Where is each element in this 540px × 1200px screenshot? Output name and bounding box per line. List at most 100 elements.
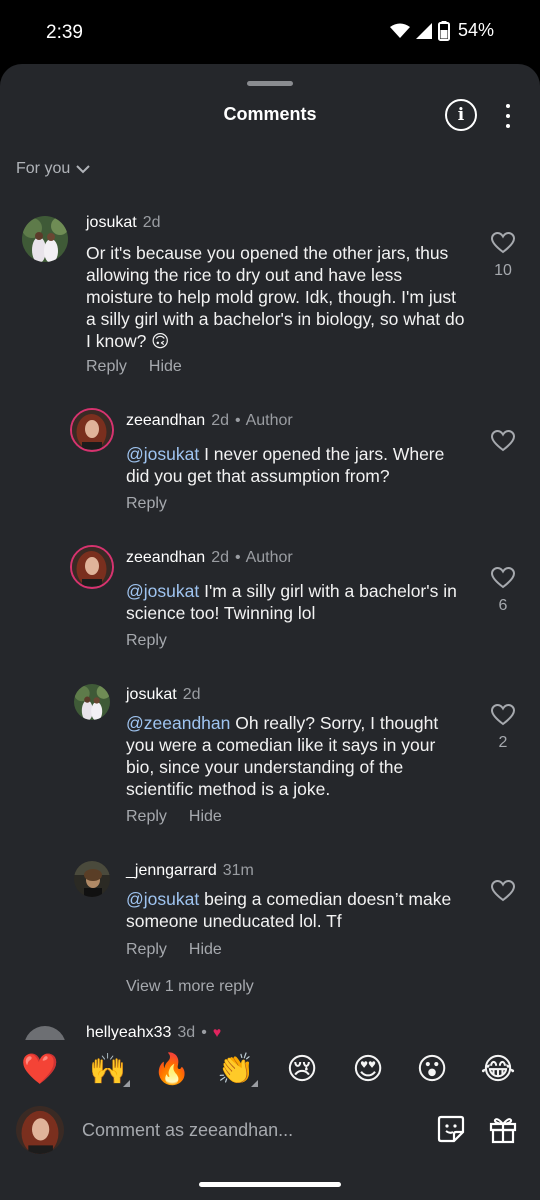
mention-link[interactable]: @josukat <box>126 889 199 909</box>
chevron-down-icon <box>76 165 90 174</box>
dot-separator: • <box>201 1024 207 1041</box>
emoji-glyph: 😮 <box>416 1053 448 1086</box>
mention-link[interactable]: @josukat <box>126 581 199 601</box>
comment-time: 2d <box>142 214 161 231</box>
more-options-icon[interactable] <box>498 102 518 130</box>
like-button[interactable]: 10 <box>490 232 516 280</box>
navigation-bar <box>0 1168 540 1200</box>
comment-time: 2d <box>182 686 201 703</box>
reply-button[interactable]: Reply <box>86 358 127 376</box>
like-count: 2 <box>498 734 508 751</box>
comment-actions: Reply Hide <box>126 808 222 826</box>
home-gesture-pill[interactable] <box>199 1182 341 1187</box>
avatar[interactable] <box>70 408 114 452</box>
emoji-crying-button[interactable]: 😢 <box>282 1052 322 1087</box>
like-count: 6 <box>498 597 508 614</box>
author-badge: Author <box>245 412 293 429</box>
like-button[interactable] <box>490 880 516 902</box>
emoji-glyph: 🔥 <box>153 1053 191 1086</box>
signal-icon <box>415 22 432 39</box>
hide-button[interactable]: Hide <box>149 358 182 376</box>
username[interactable]: _jenngarrard <box>126 862 217 879</box>
emoji-heart-eyes-button[interactable]: 😍 <box>348 1052 388 1087</box>
filter-label: For you <box>16 160 71 177</box>
comment-time: 2d <box>211 412 229 429</box>
username[interactable]: josukat <box>86 214 137 231</box>
hide-button[interactable]: Hide <box>189 941 222 959</box>
hide-button[interactable]: Hide <box>189 808 222 826</box>
liked-by-author-heart-icon: ♥ <box>212 1024 222 1040</box>
skin-tone-indicator <box>251 1080 258 1087</box>
status-bar: 2:39 54% <box>0 0 540 64</box>
like-button[interactable]: 6 <box>490 567 516 615</box>
emoji-fire-button[interactable]: 🔥 <box>152 1052 192 1087</box>
battery-icon <box>437 20 450 41</box>
battery-percent: 54% <box>457 20 494 40</box>
comment-text: @josukat being a comedian doesn’t make s… <box>126 888 466 932</box>
comment-username[interactable]: josukat 2d <box>86 214 161 232</box>
like-button[interactable]: 2 <box>490 704 516 752</box>
comment-text: @josukat I never opened the jars. Where … <box>126 443 466 487</box>
status-time: 2:39 <box>46 22 83 43</box>
emoji-clap-button[interactable]: 👏 <box>216 1052 258 1087</box>
comment-time: 3d <box>177 1024 196 1041</box>
emoji-laughing-button[interactable]: 😂 <box>478 1052 518 1087</box>
my-avatar <box>16 1106 64 1154</box>
reply-button[interactable]: Reply <box>126 632 167 650</box>
reply-button[interactable]: Reply <box>126 808 167 826</box>
emoji-surprised-button[interactable]: 😮 <box>412 1052 452 1087</box>
heart-icon[interactable] <box>491 430 515 452</box>
drag-handle[interactable] <box>247 81 293 86</box>
dot-separator: • <box>234 412 241 429</box>
gift-icon[interactable] <box>488 1114 518 1144</box>
avatar[interactable] <box>70 545 114 589</box>
username[interactable]: josukat <box>126 686 177 703</box>
avatar[interactable] <box>74 861 110 897</box>
comment-username[interactable]: zeeandhan 2d • Author <box>126 549 293 567</box>
emoji-raised-hands-button[interactable]: 🙌 <box>88 1052 130 1087</box>
comment-input[interactable]: Comment as zeeandhan... <box>82 1120 293 1141</box>
username[interactable]: zeeandhan <box>126 412 205 429</box>
comment-time: 2d <box>211 549 229 566</box>
username[interactable]: zeeandhan <box>126 549 205 566</box>
comments-sheet: Comments i For you josukat 2d Or it's bec… <box>0 64 540 1200</box>
comment-actions: Reply Hide <box>86 358 182 376</box>
author-badge: Author <box>245 549 293 566</box>
emoji-glyph: 😢 <box>286 1053 318 1086</box>
mention-link[interactable]: @josukat <box>126 444 199 464</box>
filter-dropdown[interactable]: For you <box>16 160 90 178</box>
like-count: 10 <box>494 262 512 279</box>
wifi-icon <box>389 23 410 38</box>
emoji-heart-button[interactable]: ❤️ <box>20 1052 60 1087</box>
emoji-glyph: 👏 <box>217 1053 255 1086</box>
avatar[interactable] <box>22 216 68 262</box>
info-icon[interactable]: i <box>445 99 477 131</box>
mention-link[interactable]: @zeeandhan <box>126 713 230 733</box>
comment-username[interactable]: zeeandhan 2d • Author <box>126 412 293 430</box>
emoji-glyph: 🙌 <box>89 1053 127 1086</box>
heart-icon[interactable] <box>491 880 515 902</box>
comment-username[interactable]: josukat 2d <box>126 686 201 704</box>
skin-tone-indicator <box>123 1080 130 1087</box>
emoji-glyph: ❤️ <box>21 1053 59 1086</box>
comment-text: @josukat I'm a silly girl with a bachelo… <box>126 580 466 624</box>
reply-button[interactable]: Reply <box>126 495 167 513</box>
heart-icon[interactable] <box>491 704 515 726</box>
comment-time: 31m <box>222 862 254 879</box>
comment-actions: Reply <box>126 632 167 650</box>
username[interactable]: hellyeahx33 <box>86 1024 171 1041</box>
heart-icon[interactable] <box>491 232 515 254</box>
comment-actions: Reply Hide <box>126 941 222 959</box>
view-more-replies-button[interactable]: View 1 more reply <box>126 978 254 996</box>
comment-actions: Reply <box>126 495 167 513</box>
reply-button[interactable]: Reply <box>126 941 167 959</box>
comment-username[interactable]: _jenngarrard 31m <box>126 862 254 880</box>
comment-text: Or it's because you opened the other jar… <box>86 243 465 351</box>
emoji-glyph: 😂 <box>480 1053 516 1086</box>
heart-icon[interactable] <box>491 567 515 589</box>
emoji-glyph: 😍 <box>352 1053 384 1086</box>
like-button[interactable] <box>490 430 516 452</box>
comment-text: @zeeandhan Oh really? Sorry, I thought y… <box>126 712 466 800</box>
sticker-icon[interactable] <box>436 1114 466 1144</box>
avatar[interactable] <box>74 684 110 720</box>
